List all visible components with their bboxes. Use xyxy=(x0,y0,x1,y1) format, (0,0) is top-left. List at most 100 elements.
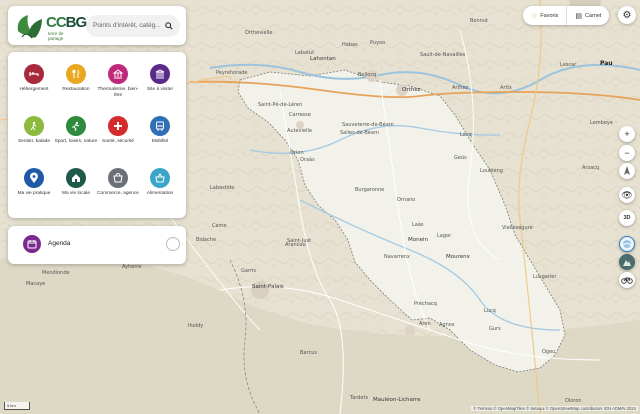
settings-button[interactable]: ⚙ xyxy=(618,6,636,24)
map-place-label: Lembeye xyxy=(590,120,613,126)
map-place-label: Monein xyxy=(408,237,428,243)
map-place-label: Arzacq xyxy=(582,165,600,171)
map-place-label: Orthez xyxy=(402,87,421,93)
map-place-label: Lacq xyxy=(460,132,472,138)
spa-building-icon xyxy=(108,64,128,84)
map-place-label: Ornano xyxy=(397,197,416,203)
map-place-label: Mendionde xyxy=(42,270,70,276)
map-place-label: Saint-Pé-de-Léren xyxy=(258,102,303,108)
map-place-label: Tardets xyxy=(350,395,369,401)
category-sport[interactable]: Sport, loisirs, nature xyxy=(54,116,98,145)
bicycle-icon xyxy=(621,277,633,284)
eye-icon: 👁 xyxy=(621,189,633,200)
map-place-label: Oloron xyxy=(565,398,582,404)
category-monument[interactable]: Site à visiter xyxy=(138,64,182,93)
map-place-label: Aren xyxy=(419,321,431,327)
zoom-in-button[interactable]: + xyxy=(619,126,635,142)
map-place-label: Saint-Just xyxy=(287,238,312,244)
bike-layer-button[interactable] xyxy=(619,272,635,288)
category-label: Hébergement xyxy=(19,87,49,92)
sport-icon xyxy=(66,116,86,136)
star-icon: ☆ xyxy=(531,12,538,20)
category-panel: Hébergement Restauration Thermalisme, bien… xyxy=(8,52,186,218)
category-hiking[interactable]: Sentier, balade xyxy=(12,116,56,145)
bed-icon xyxy=(24,64,44,84)
map-place-label: Iholdy xyxy=(188,323,204,329)
mountain-icon xyxy=(623,260,631,266)
compass-button[interactable] xyxy=(619,163,635,179)
map-place-label: Bellocq xyxy=(358,72,377,78)
category-spa-building[interactable]: Thermalisme, bien-être xyxy=(96,64,140,99)
map-place-label: Lagor xyxy=(437,233,452,239)
scale-bar: 5 km xyxy=(4,402,30,410)
visibility-button[interactable]: 👁 xyxy=(619,187,635,203)
map-place-label: Oraàs xyxy=(300,157,315,163)
map-place-label: Ayherre xyxy=(122,264,142,270)
basemap-standard-button[interactable] xyxy=(619,236,635,252)
favorites-label: Favoris xyxy=(540,12,559,19)
search-box[interactable] xyxy=(86,14,180,37)
category-label: Santé, sécurité xyxy=(102,139,134,144)
map-place-label: Geüs xyxy=(454,155,467,161)
map-place-label: Agnos xyxy=(439,322,455,328)
map-place-label: Orthevielle xyxy=(245,30,273,36)
map-place-label: Mauléon-Licharre xyxy=(373,397,421,403)
notebook-button[interactable]: ▤ Carnet xyxy=(566,6,609,25)
favorites-button[interactable]: ☆ Favoris xyxy=(523,6,566,25)
category-label: Ma vie pratique xyxy=(17,191,51,196)
basemap-relief-button[interactable] xyxy=(619,254,635,270)
map-place-label: Puyoo xyxy=(370,40,386,46)
category-bed[interactable]: Hébergement xyxy=(12,64,56,93)
map-layer-icon xyxy=(622,240,632,248)
category-cutlery[interactable]: Restauration xyxy=(54,64,98,93)
category-label: Alimentation xyxy=(146,191,174,196)
map-place-label: Macaye xyxy=(26,281,46,287)
monument-icon xyxy=(150,64,170,84)
category-basket[interactable]: Alimentation xyxy=(138,168,182,197)
map-place-label: Ogeu xyxy=(542,349,556,355)
notebook-icon: ▤ xyxy=(575,12,582,20)
category-location-pin[interactable]: Ma vie pratique xyxy=(12,168,56,197)
map-attribution[interactable]: © Terrisoo © OpenMapTiles © Setaqui © Op… xyxy=(471,406,638,411)
cutlery-icon xyxy=(66,64,86,84)
search-panel: CCBG terre de partage xyxy=(8,6,186,45)
category-label: Sentier, balade xyxy=(17,139,50,144)
basket-icon xyxy=(150,168,170,188)
map-place-label: Came xyxy=(212,223,227,229)
agenda-panel[interactable]: Agenda xyxy=(8,226,186,264)
agenda-label: Agenda xyxy=(48,240,71,247)
map-place-label: Garris xyxy=(241,268,256,274)
leaf-logo-icon xyxy=(17,14,42,38)
map-place-label: Artix xyxy=(500,85,512,91)
category-bus[interactable]: Mobilité xyxy=(138,116,182,145)
calendar-icon xyxy=(23,235,41,253)
compass-icon xyxy=(624,166,630,175)
map-place-label: Habas xyxy=(342,42,358,48)
gear-icon: ⚙ xyxy=(622,9,632,21)
category-shop[interactable]: Commerce, agence xyxy=(96,168,140,197)
category-label: Site à visiter xyxy=(146,87,174,92)
agenda-toggle[interactable] xyxy=(166,237,180,251)
map-place-label: Saint-Palais xyxy=(252,284,284,290)
map-place-label: Laàs xyxy=(412,222,424,228)
map-place-label: Orion xyxy=(290,150,304,156)
map-place-label: Arthez xyxy=(452,85,469,91)
health-cross-icon xyxy=(108,116,128,136)
search-icon[interactable] xyxy=(165,21,173,30)
map-place-label: Carresse xyxy=(289,112,311,118)
map-place-label: Lucq xyxy=(484,308,496,314)
shop-icon xyxy=(108,168,128,188)
category-health-cross[interactable]: Santé, sécurité xyxy=(96,116,140,145)
notebook-label: Carnet xyxy=(584,12,602,19)
map-place-label: Lescar xyxy=(560,62,577,68)
3d-button[interactable]: 3D xyxy=(619,210,635,226)
plus-icon: + xyxy=(624,129,630,139)
ccbg-logo[interactable]: CCBG terre de partage xyxy=(14,10,87,42)
zoom-out-button[interactable]: − xyxy=(619,145,635,161)
category-home[interactable]: Ma vie locale xyxy=(54,168,98,197)
map-place-label: Bidache xyxy=(196,237,217,243)
search-input[interactable] xyxy=(93,22,165,29)
map-place-label: Loubieng xyxy=(480,168,503,174)
top-toolbar: ☆ Favoris ▤ Carnet xyxy=(523,6,610,25)
map-place-label: Lucgarier xyxy=(533,274,557,280)
